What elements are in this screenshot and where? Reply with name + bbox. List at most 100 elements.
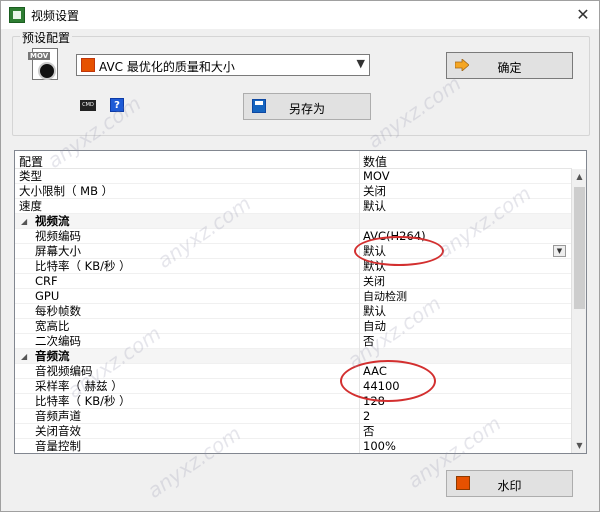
- column-separator: [359, 274, 360, 289]
- grid-category-row[interactable]: ◢ 视频流: [15, 214, 572, 229]
- save-as-label: 另存为: [288, 102, 325, 116]
- property-value[interactable]: 关闭: [363, 274, 385, 289]
- property-value[interactable]: AVC(H264): [363, 229, 426, 244]
- grid-property-row[interactable]: 二次编码 否: [15, 334, 572, 349]
- property-value[interactable]: 关闭: [363, 184, 386, 199]
- header-value: 数值: [363, 155, 388, 169]
- grid-property-row[interactable]: 每秒帧数 默认: [15, 304, 572, 319]
- property-value[interactable]: 44100: [363, 379, 400, 394]
- property-name: 宽高比: [35, 319, 70, 333]
- property-name: 音视频编码: [35, 364, 93, 378]
- preset-combo-value: AVC 最优化的质量和大小: [99, 60, 235, 74]
- property-value[interactable]: MOV: [363, 169, 390, 184]
- grid-category-row[interactable]: ◢ 音频流: [15, 349, 572, 364]
- property-name: CRF: [35, 274, 58, 288]
- window-title: 视频设置: [31, 9, 80, 23]
- mov-label: MOV: [28, 52, 51, 60]
- grid-property-row[interactable]: 宽高比 自动: [15, 319, 572, 334]
- help-icon[interactable]: ?: [110, 98, 124, 112]
- triangle-down-icon[interactable]: ◢: [21, 349, 27, 364]
- close-button[interactable]: ✕: [573, 5, 593, 25]
- column-separator: [359, 349, 360, 364]
- column-separator: [359, 169, 360, 184]
- property-value[interactable]: 否: [363, 334, 375, 349]
- grid-property-row[interactable]: 音频声道 2: [15, 409, 572, 424]
- app-icon: [9, 7, 25, 23]
- save-as-button[interactable]: 另存为: [243, 93, 371, 120]
- film-reel-icon: [38, 62, 56, 80]
- column-separator: [359, 439, 360, 453]
- grid-header: 配置 数值: [15, 151, 572, 169]
- property-value[interactable]: 2: [363, 409, 370, 424]
- column-separator: [359, 199, 360, 214]
- scroll-up-icon[interactable]: ▲: [572, 169, 586, 184]
- title-bar: 视频设置 ✕: [1, 1, 599, 29]
- property-value[interactable]: 100%: [363, 439, 396, 453]
- property-name: 关闭音效: [35, 424, 81, 438]
- property-name: 速度: [19, 199, 42, 213]
- property-name: 每秒帧数: [35, 304, 81, 318]
- column-separator: [359, 184, 360, 199]
- column-separator: [359, 304, 360, 319]
- column-separator: [359, 229, 360, 244]
- scroll-thumb[interactable]: [574, 187, 585, 309]
- scroll-down-icon[interactable]: ▼: [572, 438, 586, 453]
- property-value[interactable]: 默认: [363, 244, 386, 259]
- preset-group: [12, 36, 590, 136]
- property-value[interactable]: 默认: [363, 304, 386, 319]
- property-name: 视频流: [35, 214, 70, 228]
- property-grid: 配置 数值 类型 MOV 大小限制（ MB ）关闭 速度 默认 ◢ 视频流 视频编码 AVC(H…: [14, 150, 587, 454]
- property-value[interactable]: 默认: [363, 199, 386, 214]
- grid-property-row[interactable]: 音量控制 100%: [15, 439, 572, 453]
- column-separator: [359, 289, 360, 304]
- property-value[interactable]: 默认: [363, 259, 386, 274]
- grid-property-row[interactable]: 大小限制（ MB ） 关闭: [15, 184, 572, 199]
- column-separator: [359, 244, 360, 259]
- property-name: 音量控制: [35, 439, 81, 453]
- grid-property-row[interactable]: 速度 默认: [15, 199, 572, 214]
- triangle-down-icon[interactable]: ◢: [21, 214, 27, 229]
- property-name: 二次编码: [35, 334, 81, 348]
- property-name: 音频声道: [35, 409, 81, 423]
- grid-property-row[interactable]: CRF 关闭: [15, 274, 572, 289]
- watermark-button[interactable]: 水印: [446, 470, 573, 497]
- property-name: GPU: [35, 289, 60, 303]
- mov-file-icon: MOV: [28, 48, 64, 84]
- ok-button[interactable]: 确定: [446, 52, 573, 79]
- command-line-icon[interactable]: CMD: [80, 100, 96, 111]
- property-name: 比特率（ KB/秒 ）: [35, 259, 131, 273]
- vertical-scrollbar[interactable]: ▲ ▼: [571, 169, 586, 453]
- grid-property-row[interactable]: 比特率（ KB/秒 ） 128: [15, 394, 572, 409]
- property-value[interactable]: 128: [363, 394, 385, 409]
- grid-property-row[interactable]: 视频编码 AVC(H264): [15, 229, 572, 244]
- grid-property-row[interactable]: 关闭音效 否: [15, 424, 572, 439]
- column-separator: [359, 214, 360, 229]
- grid-property-row[interactable]: 屏幕大小 默认 ▼: [15, 244, 572, 259]
- property-value[interactable]: 自动检测: [363, 289, 407, 304]
- grid-property-row[interactable]: 比特率（ KB/秒 ） 默认: [15, 259, 572, 274]
- chevron-down-icon[interactable]: ▼: [553, 245, 566, 257]
- header-config: 配置: [19, 155, 44, 169]
- ok-label: 确定: [497, 61, 522, 75]
- chevron-down-icon[interactable]: ▼: [357, 57, 365, 70]
- property-value[interactable]: 否: [363, 424, 375, 439]
- preset-combo[interactable]: AVC 最优化的质量和大小 ▼: [76, 54, 370, 76]
- property-value[interactable]: 自动: [363, 319, 386, 334]
- grid-property-row[interactable]: 采样率（ 赫兹 ） 44100: [15, 379, 572, 394]
- grid-rows: 类型 MOV 大小限制（ MB ）关闭 速度 默认 ◢ 视频流 视频编码 AVC(H264) 屏幕…: [15, 169, 572, 453]
- column-separator: [359, 409, 360, 424]
- property-name: 大小限制（ MB ）: [19, 184, 114, 198]
- grid-property-row[interactable]: 音视频编码 AAC: [15, 364, 572, 379]
- film-icon: [81, 58, 95, 72]
- column-separator: [359, 379, 360, 394]
- column-separator: [359, 319, 360, 334]
- preset-legend: 预设配置: [20, 29, 73, 46]
- property-name: 采样率（ 赫兹 ）: [35, 379, 123, 393]
- header-separator: [359, 151, 360, 169]
- column-separator: [359, 334, 360, 349]
- grid-property-row[interactable]: GPU 自动检测: [15, 289, 572, 304]
- grid-property-row[interactable]: 类型 MOV: [15, 169, 572, 184]
- property-value[interactable]: AAC: [363, 364, 387, 379]
- column-separator: [359, 259, 360, 274]
- property-name: 比特率（ KB/秒 ）: [35, 394, 131, 408]
